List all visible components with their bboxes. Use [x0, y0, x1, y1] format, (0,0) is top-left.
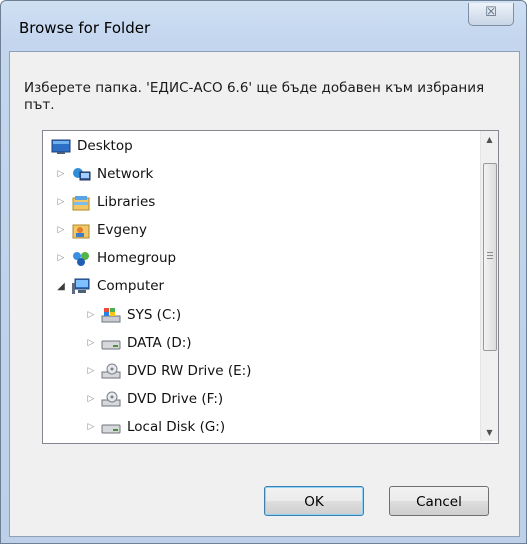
desktop-icon	[51, 138, 71, 155]
libraries-icon	[71, 194, 91, 211]
expand-arrow-icon[interactable]: ▷	[85, 358, 97, 385]
tree-item-label: Homegroup	[97, 250, 177, 266]
tree-item-label: Network	[97, 166, 154, 182]
dvd-drive-icon	[101, 391, 121, 408]
computer-icon	[71, 278, 91, 295]
folder-tree[interactable]: Desktop ▷ Network ▷ Libraries ▷ Evgeny ▷…	[42, 130, 499, 444]
expand-arrow-icon[interactable]: ▷	[85, 414, 97, 441]
user-folder-icon	[71, 222, 91, 239]
tree-item-label: DVD RW Drive (E:)	[127, 363, 252, 379]
tree-item-label: DATA (D:)	[127, 335, 192, 351]
tree-item-label: Libraries	[97, 194, 156, 210]
scroll-up-icon[interactable]: ▲	[481, 131, 498, 148]
window-title: Browse for Folder	[19, 19, 151, 37]
title-bar[interactable]: Browse for Folder ☒	[1, 1, 526, 51]
tree-item-evgeny[interactable]: ▷ Evgeny	[43, 217, 473, 244]
collapse-arrow-icon[interactable]: ◢	[55, 273, 67, 300]
vertical-scrollbar[interactable]: ▲ ▼	[480, 131, 498, 441]
expand-arrow-icon[interactable]: ▷	[85, 330, 97, 357]
tree-item-label: Computer	[97, 278, 165, 294]
tree-item-drive-g[interactable]: ▷ Local Disk (G:)	[43, 414, 473, 441]
close-icon: ☒	[485, 5, 497, 20]
tree-item-label: SYS (C:)	[127, 307, 182, 323]
instruction-text: Изберете папка. 'ЕДИС-АСО 6.6' ще бъде д…	[24, 80, 485, 113]
expand-arrow-icon[interactable]: ▷	[85, 302, 97, 329]
expand-arrow-icon[interactable]: ▷	[55, 189, 67, 216]
network-icon	[71, 166, 91, 183]
tree-item-drive-c[interactable]: ▷ SYS (C:)	[43, 302, 473, 329]
hard-drive-icon	[101, 335, 121, 352]
tree-item-label: Desktop	[77, 138, 133, 154]
tree-item-label: Evgeny	[97, 222, 147, 238]
homegroup-icon	[71, 250, 91, 267]
cancel-button[interactable]: Cancel	[389, 486, 489, 516]
tree-item-network[interactable]: ▷ Network	[43, 161, 473, 188]
tree-item-desktop[interactable]: Desktop	[43, 133, 473, 160]
dvd-drive-icon	[101, 363, 121, 380]
scroll-down-icon[interactable]: ▼	[481, 424, 498, 441]
tree-item-drive-d[interactable]: ▷ DATA (D:)	[43, 330, 473, 357]
scrollbar-thumb[interactable]	[483, 163, 497, 351]
expand-arrow-icon[interactable]: ▷	[55, 245, 67, 272]
hard-drive-icon	[101, 419, 121, 436]
tree-item-drive-f[interactable]: ▷ DVD Drive (F:)	[43, 386, 473, 413]
grip-icon	[487, 252, 493, 260]
expand-arrow-icon[interactable]: ▷	[85, 386, 97, 413]
close-button[interactable]: ☒	[468, 3, 514, 26]
tree-item-drive-e[interactable]: ▷ DVD RW Drive (E:)	[43, 358, 473, 385]
tree-item-computer[interactable]: ◢ Computer	[43, 273, 473, 300]
expand-arrow-icon[interactable]: ▷	[55, 217, 67, 244]
tree-item-libraries[interactable]: ▷ Libraries	[43, 189, 473, 216]
tree-item-homegroup[interactable]: ▷ Homegroup	[43, 245, 473, 272]
expand-arrow-icon[interactable]: ▷	[55, 161, 67, 188]
tree-item-label: DVD Drive (F:)	[127, 391, 224, 407]
ok-button[interactable]: OK	[264, 486, 364, 516]
tree-item-label: Local Disk (G:)	[127, 419, 226, 435]
system-drive-icon	[101, 307, 121, 324]
